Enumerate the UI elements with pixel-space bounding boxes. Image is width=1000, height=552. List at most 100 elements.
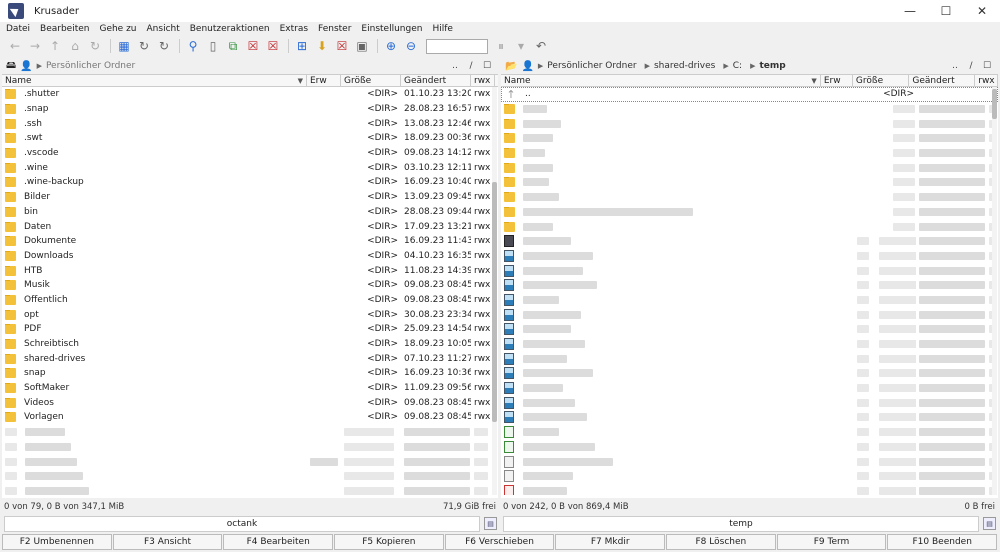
right-path-tool-2[interactable]: ☐	[980, 59, 994, 73]
table-row[interactable]: Öffentlich <DIR> 09.08.23 08:45 rwx	[2, 293, 498, 308]
table-row[interactable]	[501, 293, 998, 308]
right-crumb-c[interactable]: C:	[733, 61, 742, 71]
left-panel[interactable]: 🖴 👤 ▶ Persönlicher Ordner ../☐ NameErwGr…	[2, 58, 498, 498]
unmount-icon[interactable]: ☒	[333, 37, 351, 55]
table-row[interactable]	[501, 484, 998, 495]
table-row[interactable]	[501, 146, 998, 161]
fkey-f10[interactable]: F10 Beenden	[887, 534, 998, 550]
left-scrollbar[interactable]	[492, 87, 497, 495]
refresh-right-icon[interactable]: ↻	[155, 37, 173, 55]
right-col-ext[interactable]: Erw	[821, 75, 853, 86]
left-col-perm[interactable]: rwx	[471, 75, 495, 86]
left-col-name[interactable]: Name	[2, 75, 307, 86]
table-row[interactable]: bin <DIR> 28.08.23 09:44 rwx	[2, 205, 498, 220]
table-row[interactable]: HTB <DIR> 11.08.23 14:39 rwx	[2, 263, 498, 278]
fkey-f2[interactable]: F2 Umbenennen	[2, 534, 112, 550]
table-row[interactable]	[501, 190, 998, 205]
search-icon[interactable]: ⚲	[184, 37, 202, 55]
table-row[interactable]: shared-drives <DIR> 07.10.23 11:27 rwx	[2, 351, 498, 366]
left-path-tool-1[interactable]: /	[464, 59, 478, 73]
table-row[interactable]	[2, 454, 498, 469]
table-row[interactable]: Vorlagen <DIR> 09.08.23 08:45 rwx	[2, 410, 498, 425]
table-row[interactable]	[501, 322, 998, 337]
menu-extras[interactable]: Extras	[280, 24, 308, 34]
table-row[interactable]	[2, 484, 498, 495]
view-grid-icon[interactable]: ▦	[115, 37, 133, 55]
table-row[interactable]: .vscode <DIR> 09.08.23 14:12 rwx	[2, 146, 498, 161]
up-icon[interactable]: ↑	[46, 37, 64, 55]
table-row[interactable]	[501, 205, 998, 220]
table-row[interactable]: snap <DIR> 16.09.23 10:36 rwx	[2, 366, 498, 381]
table-row[interactable]: .shutter <DIR> 01.10.23 13:20 rwx	[2, 87, 498, 102]
right-path-tool-1[interactable]: /	[964, 59, 978, 73]
left-col-size[interactable]: Größe	[341, 75, 401, 86]
left-location-field[interactable]: octank	[4, 516, 480, 532]
right-col-size[interactable]: Größe	[853, 75, 910, 86]
right-crumb-temp[interactable]: temp	[759, 61, 785, 71]
table-row[interactable]	[501, 366, 998, 381]
compare-icon[interactable]: ⧉	[224, 37, 242, 55]
right-terminal-icon[interactable]: ▤	[983, 517, 996, 530]
table-row[interactable]	[2, 469, 498, 484]
fkey-f3[interactable]: F3 Ansicht	[112, 534, 223, 550]
menu-bearbeiten[interactable]: Bearbeiten	[40, 24, 89, 34]
home-folder-icon[interactable]: 👤	[20, 61, 32, 72]
right-col-name[interactable]: Name	[501, 75, 821, 86]
table-row[interactable]	[501, 410, 998, 425]
folder-up-icon[interactable]: 📂	[505, 61, 517, 72]
table-row[interactable]: Downloads <DIR> 04.10.23 16:35 rwx	[2, 249, 498, 264]
left-file-list[interactable]: .shutter <DIR> 01.10.23 13:20 rwx .snap <DIR>…	[2, 87, 498, 495]
table-row[interactable]	[2, 425, 498, 440]
table-row[interactable]: .snap <DIR> 28.08.23 16:57 rwx	[2, 102, 498, 117]
table-row[interactable]	[501, 160, 998, 175]
table-row[interactable]: Musik <DIR> 09.08.23 08:45 rwx	[2, 278, 498, 293]
menu-ansicht[interactable]: Ansicht	[147, 24, 180, 34]
table-row[interactable]: .wine-backup <DIR> 16.09.23 10:40 rwx	[2, 175, 498, 190]
right-panel[interactable]: 📂 👤 ▶ Persönlicher Ordner ▶ shared-drive…	[501, 58, 998, 498]
toolbar-search-input[interactable]	[426, 38, 488, 54]
right-col-date[interactable]: Geändert	[909, 75, 976, 86]
table-row[interactable]: Dokumente <DIR> 16.09.23 11:43 rwx	[2, 234, 498, 249]
table-row[interactable]	[501, 351, 998, 366]
zoom-out-icon[interactable]: ⊖	[402, 37, 420, 55]
drive-icon[interactable]: 🖴	[6, 58, 16, 75]
table-row[interactable]	[501, 102, 998, 117]
table-row[interactable]	[501, 263, 998, 278]
close-button[interactable]: ✕	[964, 0, 1000, 22]
menu-hilfe[interactable]: Hilfe	[432, 24, 452, 34]
menu-datei[interactable]: Datei	[6, 24, 30, 34]
fkey-f6[interactable]: F6 Verschieben	[444, 534, 555, 550]
table-row[interactable]: Daten <DIR> 17.09.23 13:21 rwx	[2, 219, 498, 234]
table-row[interactable]	[501, 454, 998, 469]
menu-fenster[interactable]: Fenster	[318, 24, 351, 34]
table-row[interactable]	[501, 278, 998, 293]
left-col-ext[interactable]: Erw	[307, 75, 341, 86]
table-row[interactable]: SoftMaker <DIR> 11.09.23 09:56 rwx	[2, 381, 498, 396]
fkey-f5[interactable]: F5 Kopieren	[334, 534, 444, 550]
mount-icon[interactable]: ⬇	[313, 37, 331, 55]
fkey-f8[interactable]: F8 Löschen	[666, 534, 776, 550]
menu-benutzeraktionen[interactable]: Benutzeraktionen	[190, 24, 270, 34]
table-row[interactable]: Schreibtisch <DIR> 18.09.23 10:05 rwx	[2, 337, 498, 352]
table-row[interactable]: Videos <DIR> 09.08.23 08:45 rwx	[2, 395, 498, 410]
home-icon[interactable]: ⌂	[66, 37, 84, 55]
table-row[interactable]: opt <DIR> 30.08.23 23:34 rwx	[2, 307, 498, 322]
table-row[interactable]	[501, 425, 998, 440]
table-row[interactable]: .swt <DIR> 18.09.23 00:36 rwx	[2, 131, 498, 146]
right-scrollbar[interactable]	[992, 87, 997, 495]
table-row[interactable]	[501, 219, 998, 234]
reload-icon[interactable]: ↻	[86, 37, 104, 55]
refresh-left-icon[interactable]: ↻	[135, 37, 153, 55]
pause-icon[interactable]: ⏸	[492, 37, 510, 55]
delete-right-icon[interactable]: ☒	[264, 37, 282, 55]
forward-icon[interactable]: →	[26, 37, 44, 55]
table-row[interactable]	[501, 395, 998, 410]
menu-gehe-zu[interactable]: Gehe zu	[99, 24, 136, 34]
table-row[interactable]: .wine <DIR> 03.10.23 12:11 rwx	[2, 160, 498, 175]
menu-einstellungen[interactable]: Einstellungen	[361, 24, 422, 34]
table-row[interactable]	[501, 116, 998, 131]
left-path-tool-2[interactable]: ☐	[480, 59, 494, 73]
right-crumb-home[interactable]: Persönlicher Ordner	[547, 61, 636, 71]
undo-icon[interactable]: ↶	[532, 37, 550, 55]
right-crumb-shared-drives[interactable]: shared-drives	[654, 61, 715, 71]
